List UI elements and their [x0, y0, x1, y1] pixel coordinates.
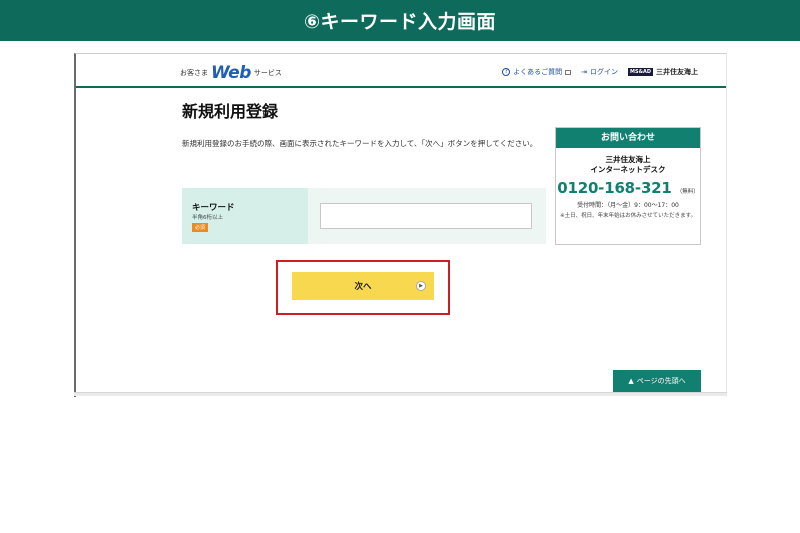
page-top-button[interactable]: ▲ ページの先頭へ — [613, 370, 701, 392]
contact-hours: 受付時間：（月～金）9：00～17：00 — [577, 202, 679, 209]
company-name: 三井住友海上 — [656, 68, 698, 76]
keyword-input[interactable] — [320, 203, 532, 229]
login-link[interactable]: ⇥ ログイン — [581, 67, 618, 77]
contact-panel: お問い合わせ 三井住友海上 インターネットデスク 0120-168-321 （無… — [555, 127, 701, 245]
company-badge: MS&AD — [628, 68, 653, 76]
web-logo: Web — [211, 63, 251, 83]
instruction-text: 新規利用登録のお手続の際、画面に表示されたキーワードを入力して、「次へ」ボタンを… — [182, 139, 538, 148]
frame-bottom-edge — [74, 392, 727, 396]
header-links: ? よくあるご質問 ⇥ ログイン MS&AD 三井住友海上 — [502, 67, 698, 77]
question-circle-icon: ? — [502, 68, 511, 76]
site-header: お客さま Web サービス ? よくあるご質問 ⇥ ログイン MS&AD 三井住… — [76, 60, 726, 88]
screen-title: ⑥キーワード入力画面 — [303, 11, 497, 33]
company-logo[interactable]: MS&AD 三井住友海上 — [628, 67, 698, 77]
faq-link-label: よくあるご質問 — [513, 68, 563, 76]
faq-link[interactable]: ? よくあるご質問 — [502, 67, 572, 77]
login-arrow-icon: ⇥ — [581, 68, 588, 76]
login-link-label: ログイン — [590, 68, 619, 76]
contact-org: 三井住友海上 インターネットデスク — [556, 155, 700, 175]
contact-note: ※土日、祝日、年末年始はお休みさせていただきます。 — [559, 213, 697, 219]
keyword-label: キーワード — [192, 203, 235, 213]
caret-up-icon: ▲ — [628, 377, 634, 385]
contact-heading: お問い合わせ — [556, 128, 700, 148]
page-top-label: ページの先頭へ — [636, 377, 686, 385]
contact-phone[interactable]: 0120-168-321 — [557, 179, 672, 197]
keyword-form: キーワード 半角6桁以上 必須 — [182, 188, 546, 244]
brand-prefix: お客さま — [180, 69, 208, 77]
brand-suffix: サービス — [253, 69, 282, 77]
screen-title-banner: ⑥キーワード入力画面 — [0, 0, 800, 41]
keyword-label-cell: キーワード 半角6桁以上 必須 — [182, 188, 308, 244]
required-badge: 必須 — [192, 223, 209, 232]
browser-frame: お客さま Web サービス ? よくあるご質問 ⇥ ログイン MS&AD 三井住… — [74, 53, 727, 397]
page-title: 新規利用登録 — [182, 102, 279, 121]
next-button[interactable]: 次へ ▶ — [292, 272, 434, 300]
contact-phone-row: 0120-168-321 （無料） — [556, 178, 700, 197]
brand-logo[interactable]: お客さま Web サービス — [180, 64, 282, 82]
external-link-icon — [565, 69, 572, 75]
keyword-note: 半角6桁以上 — [192, 215, 223, 221]
contact-phone-note: （無料） — [676, 189, 699, 195]
chevron-right-icon: ▶ — [416, 281, 426, 291]
next-button-label: 次へ — [354, 282, 372, 292]
contact-org-line1: 三井住友海上 — [605, 155, 651, 164]
contact-org-line2: インターネットデスク — [590, 165, 666, 174]
